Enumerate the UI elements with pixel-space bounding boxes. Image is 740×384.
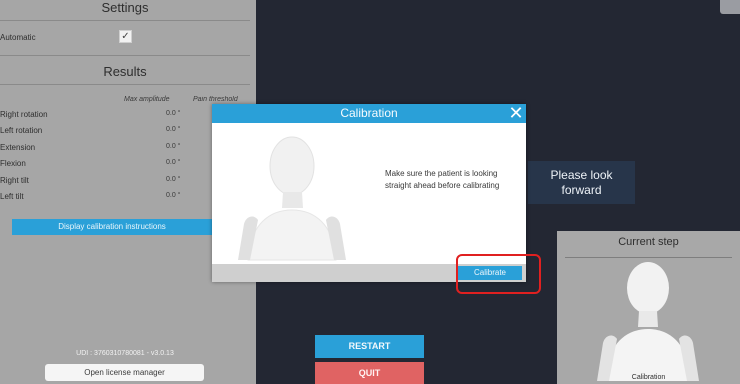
display-calibration-instructions-button[interactable]: Display calibration instructions bbox=[12, 219, 212, 235]
prompt-line-1: Please look bbox=[550, 167, 613, 182]
result-row-value: 0.0 ° bbox=[166, 110, 181, 117]
current-step-caption: Calibration bbox=[631, 374, 666, 381]
col-max-amplitude: Max amplitude bbox=[124, 96, 170, 103]
modal-title: Calibration bbox=[340, 106, 398, 120]
highlight-box bbox=[456, 254, 541, 294]
restart-button[interactable]: RESTART bbox=[315, 335, 424, 358]
prompt-line-2: forward bbox=[561, 182, 602, 197]
result-row-label: Right tilt bbox=[0, 176, 29, 185]
result-row-value: 0.0 ° bbox=[166, 192, 181, 199]
automatic-label: Automatic bbox=[0, 33, 36, 42]
result-row-label: Left rotation bbox=[0, 126, 43, 135]
results-top-divider bbox=[0, 55, 250, 56]
result-row-value: 0.0 ° bbox=[166, 176, 181, 183]
open-license-manager-button[interactable]: Open license manager bbox=[45, 364, 204, 381]
settings-divider bbox=[0, 20, 250, 21]
close-icon[interactable]: ✕ bbox=[508, 104, 524, 122]
calibration-message: Make sure the patient is looking straigh… bbox=[385, 169, 500, 190]
result-row-label: Extension bbox=[0, 143, 36, 152]
result-row-value: 0.0 ° bbox=[166, 143, 181, 150]
current-step-panel: Current step Calibration bbox=[557, 231, 740, 384]
result-row-label: Right rotation bbox=[0, 110, 48, 119]
result-row-label: Flexion bbox=[0, 159, 26, 168]
settings-title: Settings bbox=[101, 0, 149, 15]
result-row-label: Left tilt bbox=[0, 192, 24, 201]
mannequin-illustration bbox=[238, 136, 346, 261]
automatic-checkbox[interactable]: ✓ bbox=[119, 30, 132, 43]
quit-button[interactable]: QUIT bbox=[315, 362, 424, 384]
col-pain-threshold: Pain threshold bbox=[193, 96, 238, 103]
instruction-prompt: Please look forward bbox=[528, 161, 635, 204]
mannequin-illustration bbox=[597, 262, 699, 381]
udi-version-text: UDI : 3760310780081 - v3.0.13 bbox=[76, 350, 174, 357]
result-row-value: 0.0 ° bbox=[166, 159, 181, 166]
results-divider bbox=[0, 84, 250, 85]
results-title: Results bbox=[103, 64, 147, 79]
result-row-value: 0.0 ° bbox=[166, 126, 181, 133]
menu-icon[interactable] bbox=[720, 0, 740, 14]
